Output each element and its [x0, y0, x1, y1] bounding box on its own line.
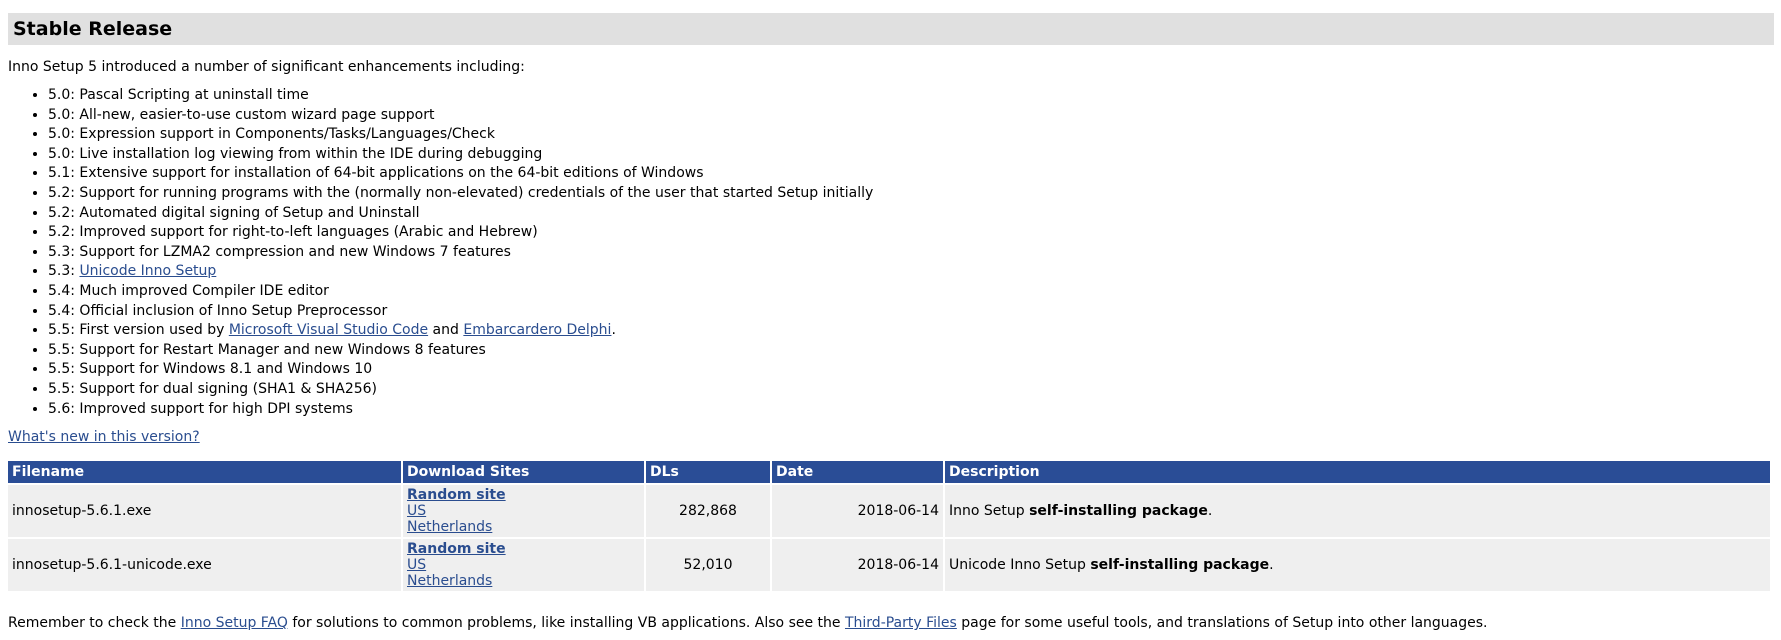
- feature-item: 5.4: Much improved Compiler IDE editor: [48, 282, 873, 302]
- netherlands-site-link[interactable]: Netherlands: [407, 573, 640, 589]
- description-prefix: Inno Setup: [949, 503, 1030, 519]
- table-header-row: Filename Download Sites DLs Date Descrip…: [8, 461, 1770, 483]
- intro-text: Inno Setup 5 introduced a number of sign…: [8, 59, 525, 75]
- footer-text: for solutions to common problems, like i…: [287, 615, 845, 631]
- feature-item: 5.0: All-new, easier-to-use custom wizar…: [48, 106, 873, 126]
- description-suffix: .: [1269, 557, 1274, 573]
- description-bold: self-installing package: [1090, 557, 1270, 573]
- description-cell: Unicode Inno Setup self-installing packa…: [945, 539, 1770, 591]
- column-header-download-sites: Download Sites: [403, 461, 644, 483]
- section-header: Stable Release: [8, 13, 1774, 45]
- filename-cell: innosetup-5.6.1.exe: [8, 485, 401, 537]
- feature-item: 5.0: Expression support in Components/Ta…: [48, 125, 873, 145]
- column-header-dls: DLs: [646, 461, 770, 483]
- feature-list: 5.0: Pascal Scripting at uninstall time …: [28, 86, 873, 419]
- random-site-link[interactable]: Random site: [407, 487, 640, 503]
- feature-item: 5.1: Extensive support for installation …: [48, 164, 873, 184]
- netherlands-site-link[interactable]: Netherlands: [407, 519, 640, 535]
- feature-item: 5.2: Improved support for right-to-left …: [48, 223, 873, 243]
- footer-text: Remember to check the: [8, 615, 181, 631]
- feature-item: 5.4: Official inclusion of Inno Setup Pr…: [48, 302, 873, 322]
- feature-item: 5.5: Support for dual signing (SHA1 & SH…: [48, 380, 873, 400]
- description-suffix: .: [1207, 503, 1213, 519]
- downloads-count-cell: 52,010: [646, 539, 770, 591]
- footer-text: page for some useful tools, and translat…: [956, 615, 1488, 631]
- description-cell: Inno Setup self-installing package.: [945, 485, 1770, 537]
- column-header-description: Description: [945, 461, 1770, 483]
- description-prefix: Unicode Inno Setup: [949, 557, 1091, 573]
- download-sites-cell: Random site US Netherlands: [403, 539, 644, 591]
- column-header-filename: Filename: [8, 461, 401, 483]
- random-site-link[interactable]: Random site: [407, 541, 640, 557]
- section-title: Stable Release: [13, 18, 173, 40]
- date-cell: 2018-06-14: [772, 485, 943, 537]
- feature-prefix: 5.3:: [48, 263, 80, 280]
- feature-prefix: 5.5: First version used by: [48, 322, 229, 339]
- delphi-link[interactable]: Embarcardero Delphi: [463, 322, 611, 338]
- feature-item: 5.3: Support for LZMA2 compression and n…: [48, 243, 873, 263]
- description-bold: self-installing package: [1029, 503, 1208, 519]
- feature-item: 5.5: Support for Windows 8.1 and Windows…: [48, 360, 873, 380]
- feature-item: 5.3: Unicode Inno Setup: [48, 262, 873, 282]
- feature-item: 5.6: Improved support for high DPI syste…: [48, 400, 873, 420]
- unicode-inno-setup-link[interactable]: Unicode Inno Setup: [79, 263, 216, 279]
- us-site-link[interactable]: US: [407, 503, 640, 519]
- feature-item: 5.0: Pascal Scripting at uninstall time: [48, 86, 873, 106]
- whats-new-container: What's new in this version?: [8, 428, 200, 446]
- feature-item: 5.5: Support for Restart Manager and new…: [48, 341, 873, 361]
- feature-item: 5.2: Automated digital signing of Setup …: [48, 204, 873, 224]
- whats-new-link[interactable]: What's new in this version?: [8, 429, 200, 445]
- feature-middle: and: [428, 322, 464, 339]
- third-party-files-link[interactable]: Third-Party Files: [845, 615, 957, 631]
- feature-item: 5.5: First version used by Microsoft Vis…: [48, 321, 873, 341]
- inno-setup-faq-link[interactable]: Inno Setup FAQ: [181, 615, 288, 631]
- vscode-link[interactable]: Microsoft Visual Studio Code: [229, 322, 428, 338]
- downloads-table: Filename Download Sites DLs Date Descrip…: [6, 459, 1772, 593]
- feature-item: 5.2: Support for running programs with t…: [48, 184, 873, 204]
- feature-item: 5.0: Live installation log viewing from …: [48, 145, 873, 165]
- table-row: innosetup-5.6.1.exe Random site US Nethe…: [8, 485, 1770, 537]
- column-header-date: Date: [772, 461, 943, 483]
- footer-note: Remember to check the Inno Setup FAQ for…: [8, 614, 1488, 632]
- download-sites-cell: Random site US Netherlands: [403, 485, 644, 537]
- us-site-link[interactable]: US: [407, 557, 640, 573]
- filename-cell: innosetup-5.6.1-unicode.exe: [8, 539, 401, 591]
- downloads-count-cell: 282,868: [646, 485, 770, 537]
- date-cell: 2018-06-14: [772, 539, 943, 591]
- feature-suffix: .: [611, 322, 616, 339]
- table-row: innosetup-5.6.1-unicode.exe Random site …: [8, 539, 1770, 591]
